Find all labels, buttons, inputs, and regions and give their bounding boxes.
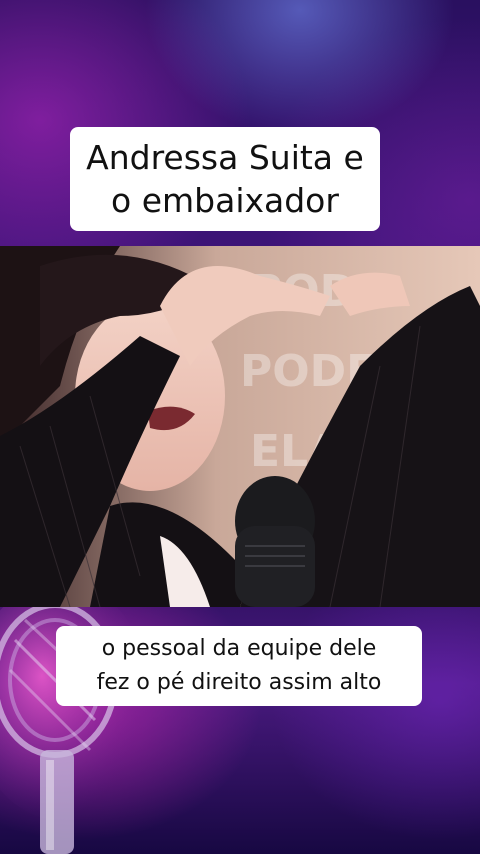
video-frame[interactable]: Andressa Suita e o embaixador PODE PODE bbox=[0, 0, 480, 854]
video-scene: PODE PODE ELAS DELAS bbox=[0, 246, 480, 607]
caption-text: o pessoal da equipe dele fez o pé direit… bbox=[96, 636, 382, 695]
podcast-microphone bbox=[235, 476, 315, 607]
subtitle-caption: o pessoal da equipe dele fez o pé direit… bbox=[56, 626, 422, 706]
title-overlay: Andressa Suita e o embaixador bbox=[70, 127, 380, 231]
video-still: PODE PODE ELAS DELAS bbox=[0, 246, 480, 607]
title-text: Andressa Suita e o embaixador bbox=[86, 138, 364, 220]
